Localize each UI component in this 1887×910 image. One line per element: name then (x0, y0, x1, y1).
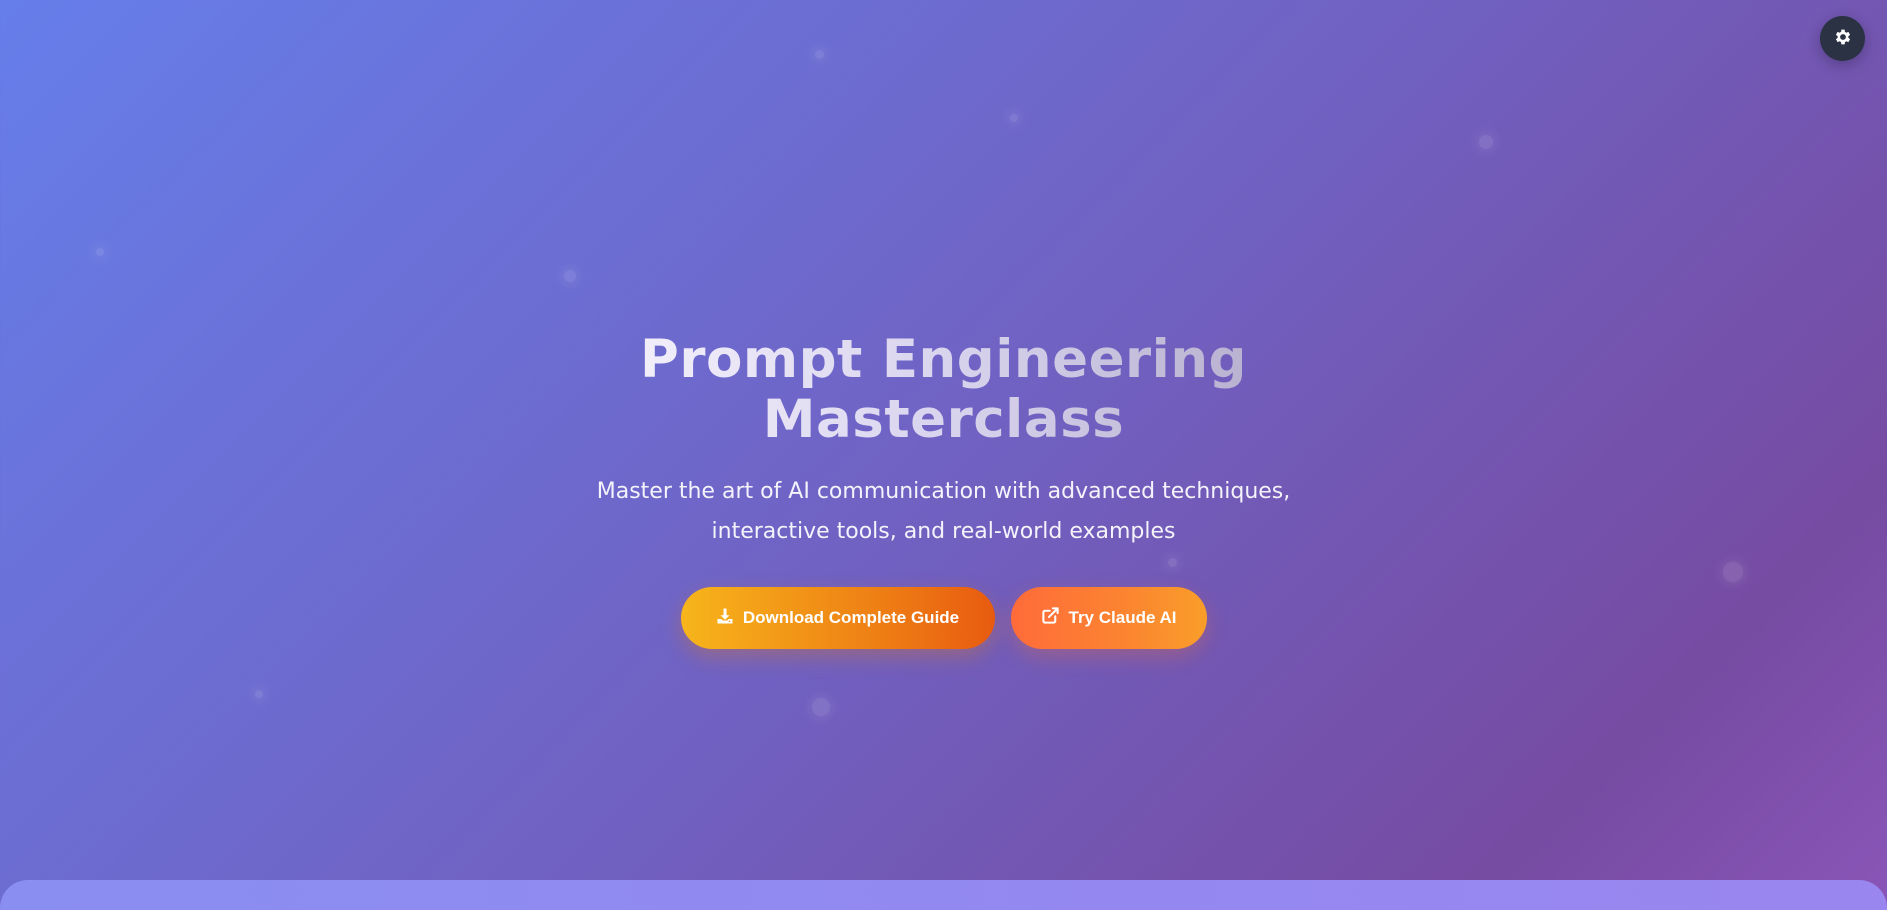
hero-actions: Download Complete Guide Try Claude AI (0, 587, 1887, 649)
try-claude-button[interactable]: Try Claude AI (1010, 587, 1207, 649)
decorative-particle (96, 248, 104, 256)
hero-title: Prompt Engineering Masterclass (624, 330, 1264, 450)
hero-section: Prompt Engineering Masterclass Master th… (0, 330, 1887, 649)
decorative-particle (1479, 135, 1493, 149)
download-guide-label: Download Complete Guide (742, 608, 960, 627)
decorative-particle (564, 270, 576, 282)
decorative-particle (815, 50, 824, 59)
decorative-particle (255, 690, 263, 698)
gear-icon (1833, 27, 1853, 51)
external-link-icon (1041, 606, 1060, 630)
download-guide-button[interactable]: Download Complete Guide (680, 587, 995, 649)
download-icon (716, 607, 734, 630)
theme-toggle-button[interactable] (1820, 16, 1865, 61)
try-claude-label: Try Claude AI (1068, 608, 1177, 627)
decorative-particle (812, 698, 830, 716)
hero-subtitle: Master the art of AI communication with … (596, 479, 1291, 544)
content-panel-top-edge (0, 880, 1887, 910)
decorative-particle (1010, 114, 1018, 122)
